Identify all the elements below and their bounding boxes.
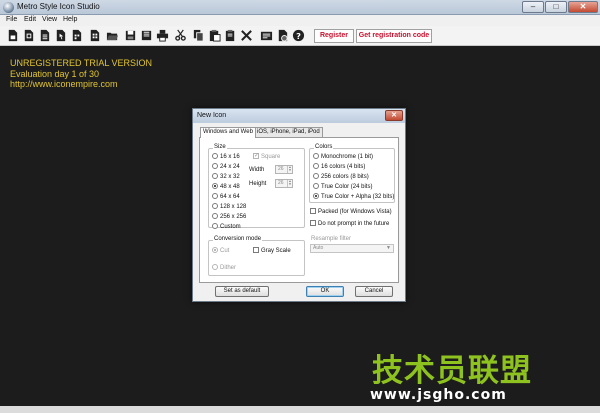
menu-help[interactable]: Help <box>63 16 77 23</box>
new-from-image-icon[interactable] <box>22 29 35 42</box>
width-label: Width <box>249 167 265 173</box>
export-icon[interactable] <box>276 29 289 42</box>
svg-text:?: ? <box>296 31 301 41</box>
size-option-256[interactable]: 256 x 256 <box>212 213 246 221</box>
trial-notice: UNREGISTERED TRIAL VERSION <box>10 58 153 68</box>
stepper-arrows-icon[interactable]: ▲ ▼ <box>287 166 292 173</box>
stepper-arrows-icon[interactable]: ▲ ▼ <box>287 180 292 187</box>
title-bar: Metro Style Icon Studio – □ ✕ <box>0 0 600 15</box>
new-icon-dialog: New Icon ✕ Windows and Web iOS, iPhone, … <box>192 108 406 302</box>
open-folder-icon[interactable] <box>106 29 119 42</box>
evaluation-days: Evaluation day 1 of 30 <box>10 69 100 79</box>
resample-filter-label: Resample filter <box>311 236 352 242</box>
size-group-label: Size <box>213 144 227 150</box>
maximize-button[interactable]: □ <box>545 1 567 13</box>
packed-checkbox[interactable]: Packed (for Windows Vista) <box>310 208 392 216</box>
size-option-128[interactable]: 128 x 128 <box>212 203 246 211</box>
size-option-48[interactable]: 48 x 48 <box>212 183 240 191</box>
scissors-icon[interactable] <box>174 29 187 42</box>
cursor-icon[interactable] <box>54 29 67 42</box>
color-option-16[interactable]: 16 colors (4 bits) <box>313 163 365 171</box>
colors-group-label: Colors <box>314 144 334 150</box>
size-option-32[interactable]: 32 x 32 <box>212 173 240 181</box>
vendor-link[interactable]: http://www.iconempire.com <box>10 79 118 89</box>
colors-group: Colors Monochrome (1 bit) 16 colors (4 b… <box>309 144 395 203</box>
gray-scale-checkbox[interactable]: Gray Scale <box>253 247 291 255</box>
height-label: Height <box>249 181 267 187</box>
height-stepper[interactable]: 26 ▲ ▼ <box>275 179 293 188</box>
size-option-64[interactable]: 64 x 64 <box>212 193 240 201</box>
menu-bar: File Edit View Help <box>0 15 600 26</box>
color-option-32bit[interactable]: True Color + Alpha (32 bits) <box>313 193 394 201</box>
save-as-icon[interactable] <box>140 29 153 42</box>
delete-icon[interactable] <box>240 29 253 42</box>
set-as-default-button[interactable]: Set as default <box>215 286 269 297</box>
color-option-mono[interactable]: Monochrome (1 bit) <box>313 153 373 161</box>
color-option-256[interactable]: 256 colors (8 bits) <box>313 173 369 181</box>
size-group: Size 16 x 16 24 x 24 32 x 32 48 x 48 64 … <box>208 144 305 231</box>
conversion-mode-group: Conversion mode Cut Dither Gray Scale <box>208 236 305 276</box>
width-stepper[interactable]: 26 ▲ ▼ <box>275 165 293 174</box>
import-icon[interactable] <box>260 29 273 42</box>
conversion-cut-radio[interactable]: Cut <box>212 247 229 255</box>
square-checkbox[interactable]: Square <box>253 152 280 161</box>
print-icon[interactable] <box>156 29 169 42</box>
paste-icon[interactable] <box>208 29 221 42</box>
cancel-button[interactable]: Cancel <box>355 286 393 297</box>
save-icon[interactable] <box>124 29 137 42</box>
color-option-24bit[interactable]: True Color (24 bits) <box>313 183 372 191</box>
copy-icon[interactable] <box>192 29 205 42</box>
chevron-down-icon: ▼ <box>386 245 391 251</box>
tab-panel: Size 16 x 16 24 x 24 32 x 32 48 x 48 64 … <box>199 137 399 283</box>
new-from-file-icon[interactable] <box>38 29 51 42</box>
close-button[interactable]: ✕ <box>568 1 598 13</box>
menu-view[interactable]: View <box>42 16 57 23</box>
dialog-title: New Icon <box>197 112 227 119</box>
watermark-url: www.jsgho.com <box>370 387 507 403</box>
ok-button[interactable]: OK <box>306 286 344 297</box>
size-option-24[interactable]: 24 x 24 <box>212 163 240 171</box>
size-option-16[interactable]: 16 x 16 <box>212 153 240 161</box>
menu-file[interactable]: File <box>6 16 17 23</box>
toolbar: ? Register Get registration code <box>0 26 600 46</box>
minimize-button[interactable]: – <box>522 1 544 13</box>
template-icon[interactable] <box>70 29 83 42</box>
tab-ios[interactable]: iOS, iPhone, iPad, iPod <box>254 127 323 137</box>
size-option-custom[interactable]: Custom <box>212 223 241 231</box>
help-icon[interactable]: ? <box>292 29 305 42</box>
dialog-title-bar: New Icon ✕ <box>193 109 405 123</box>
resample-filter-select[interactable]: Auto ▼ <box>310 244 394 253</box>
window-title: Metro Style Icon Studio <box>17 2 100 11</box>
menu-edit[interactable]: Edit <box>24 16 36 23</box>
tab-windows-and-web[interactable]: Windows and Web <box>200 127 256 138</box>
status-bar <box>0 406 600 413</box>
conversion-mode-label: Conversion mode <box>213 236 263 242</box>
do-not-prompt-checkbox[interactable]: Do not prompt in the future <box>310 220 389 228</box>
conversion-dither-radio[interactable]: Dither <box>212 264 236 272</box>
paste-special-icon[interactable] <box>224 29 237 42</box>
new-icon[interactable] <box>6 29 19 42</box>
get-registration-code-button[interactable]: Get registration code <box>356 29 432 43</box>
dialog-close-button[interactable]: ✕ <box>385 110 403 121</box>
watermark-logo: 技术员联盟 <box>372 353 532 389</box>
app-logo-icon <box>3 2 14 13</box>
layout-icon[interactable] <box>88 29 101 42</box>
register-button[interactable]: Register <box>314 29 354 43</box>
